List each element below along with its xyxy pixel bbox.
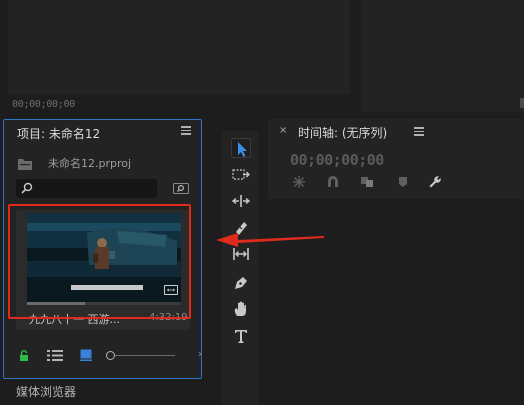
folder-icon	[18, 159, 32, 170]
chevron-icon[interactable]: ›	[198, 349, 202, 360]
lock-icon[interactable]	[19, 350, 29, 361]
project-panel-title[interactable]: 项目: 未命名12	[17, 125, 100, 142]
zoom-slider-handle[interactable]	[106, 351, 115, 360]
marker-icon[interactable]	[396, 175, 410, 189]
linked-selection-icon[interactable]	[360, 175, 374, 189]
wrench-icon[interactable]	[428, 175, 442, 189]
nest-sequence-icon[interactable]	[292, 175, 306, 189]
list-view-icon[interactable]	[47, 350, 63, 361]
type-tool-icon[interactable]	[231, 326, 251, 346]
program-monitor	[361, 0, 524, 112]
tab-media-browser[interactable]: 媒体浏览器	[16, 383, 76, 400]
find-icon[interactable]	[173, 182, 189, 194]
monitor-timecode: 00;00;00;00	[12, 99, 75, 110]
track-select-icon[interactable]	[231, 165, 251, 185]
timeline-timecode[interactable]: 00;00;00;00	[290, 151, 384, 169]
timeline-panel: × 时间轴: (无序列) 00;00;00;00	[268, 119, 524, 405]
panel-menu-icon[interactable]	[181, 126, 191, 136]
selection-tool-icon[interactable]	[231, 138, 251, 158]
hand-icon[interactable]	[231, 299, 251, 319]
annotation-highlight-box	[8, 204, 191, 319]
annotation-arrow-icon	[216, 233, 324, 247]
project-panel-toolbar: ›	[4, 346, 202, 366]
timeline-title[interactable]: 时间轴: (无序列)	[298, 124, 387, 141]
panel-menu-icon[interactable]	[414, 127, 424, 137]
search-icon	[21, 182, 33, 194]
timeline-toolbar	[290, 175, 450, 191]
zoom-slider[interactable]	[115, 355, 175, 356]
tools-panel	[222, 131, 259, 405]
pen-icon[interactable]	[231, 273, 251, 293]
search-input[interactable]	[16, 179, 157, 198]
icon-view-icon[interactable]	[80, 349, 92, 361]
snap-icon[interactable]	[326, 175, 340, 189]
scroll-handle[interactable]	[520, 98, 524, 108]
close-icon[interactable]: ×	[279, 125, 287, 136]
project-file-name: 未命名12.prproj	[48, 157, 132, 170]
ripple-edit-icon[interactable]	[231, 191, 251, 211]
source-monitor	[8, 0, 350, 94]
